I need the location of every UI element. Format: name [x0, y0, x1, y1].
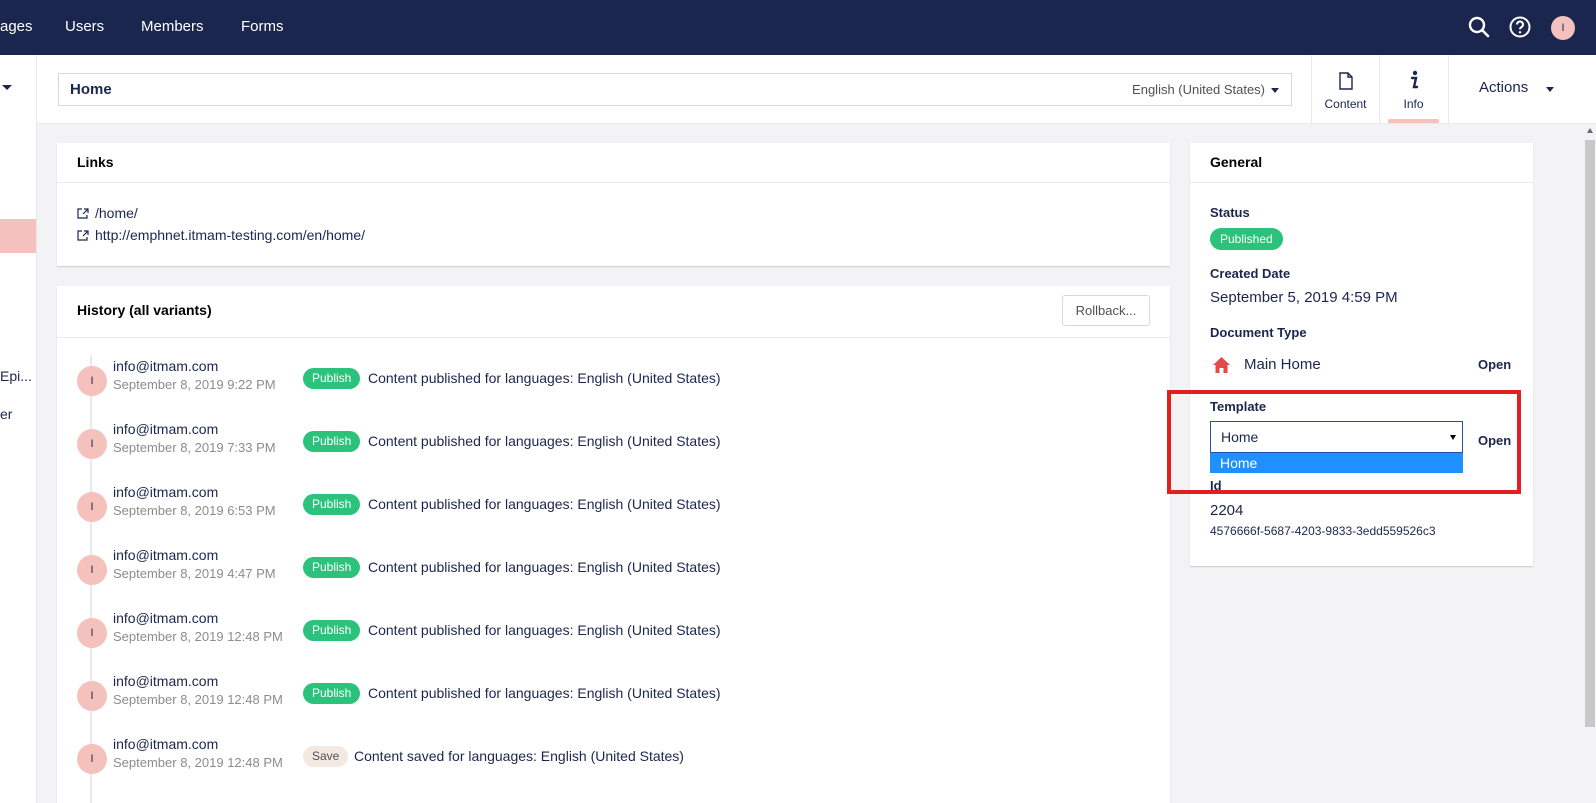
tab-info-label: Info	[1403, 97, 1424, 111]
history-user: info@itmam.com	[113, 421, 219, 437]
avatar: I	[77, 366, 107, 396]
home-icon	[1213, 357, 1230, 373]
history-user: info@itmam.com	[113, 547, 219, 563]
links-card-header: Links	[57, 143, 1170, 183]
status-badge: Publish	[303, 368, 361, 389]
history-date: September 8, 2019 6:53 PM	[113, 503, 276, 518]
general-title: General	[1210, 154, 1263, 170]
open-document-type-link[interactable]: Open	[1478, 357, 1511, 372]
tree-item-epi[interactable]: Epi...	[0, 368, 32, 384]
history-date: September 8, 2019 12:48 PM	[113, 692, 283, 707]
history-title: History (all variants)	[77, 302, 212, 318]
active-tab-indicator	[1388, 119, 1439, 123]
chevron-down-icon	[1546, 87, 1554, 92]
history-date: September 8, 2019 4:47 PM	[113, 566, 276, 581]
created-date-value: September 5, 2019 4:59 PM	[1210, 289, 1398, 306]
history-item: I info@itmam.com September 8, 2019 12:48…	[77, 671, 1147, 721]
document-type-value: Main Home	[1244, 356, 1321, 373]
avatar: I	[77, 744, 107, 774]
avatar: I	[77, 618, 107, 648]
tab-content[interactable]: Content	[1311, 55, 1379, 123]
history-user: info@itmam.com	[113, 484, 219, 500]
links-card: Links /home/ http://emphnet.itmam-testin…	[57, 143, 1170, 266]
nav-item-languages[interactable]: ages	[0, 18, 33, 35]
top-navigation: ages Users Members Forms I	[0, 0, 1596, 55]
language-selector[interactable]: English (United States)	[1132, 82, 1265, 97]
history-message: Content published for languages: English…	[368, 622, 721, 638]
rollback-button[interactable]: Rollback...	[1062, 295, 1150, 326]
history-date: September 8, 2019 12:48 PM	[113, 629, 283, 644]
tree-item-selected[interactable]	[0, 219, 36, 253]
nav-item-users[interactable]: Users	[65, 18, 104, 35]
help-icon[interactable]	[1508, 15, 1532, 39]
content-tree-sidebar: Epi... er	[0, 55, 37, 803]
general-card: General Status Published Created Date Se…	[1190, 143, 1533, 566]
search-icon[interactable]	[1467, 15, 1491, 39]
history-message: Content published for languages: English…	[368, 370, 721, 386]
actions-label: Actions	[1479, 79, 1529, 96]
history-message: Content published for languages: English…	[368, 685, 721, 701]
user-avatar[interactable]: I	[1551, 16, 1575, 40]
scroll-up-icon[interactable]	[1587, 128, 1593, 133]
actions-button[interactable]: Actions	[1448, 55, 1596, 123]
avatar: I	[77, 492, 107, 522]
history-user: info@itmam.com	[113, 358, 219, 374]
node-name-field[interactable]: Home English (United States)	[58, 73, 1292, 106]
avatar: I	[77, 681, 107, 711]
tab-content-label: Content	[1324, 97, 1367, 111]
history-item: I info@itmam.com September 8, 2019 7:33 …	[77, 419, 1147, 469]
history-item: I info@itmam.com September 8, 2019 12:48…	[77, 734, 1147, 784]
link-url[interactable]: http://emphnet.itmam-testing.com/en/home…	[95, 227, 365, 243]
scrollbar[interactable]	[1584, 124, 1596, 803]
history-user: info@itmam.com	[113, 673, 219, 689]
status-badge: Publish	[303, 620, 361, 641]
document-icon	[1339, 72, 1353, 90]
history-message: Content published for languages: English…	[368, 559, 721, 575]
node-name[interactable]: Home	[70, 81, 112, 98]
status-badge: Save	[303, 746, 349, 767]
history-date: September 8, 2019 9:22 PM	[113, 377, 276, 392]
external-link-icon	[77, 230, 89, 241]
history-item: I info@itmam.com September 8, 2019 9:22 …	[77, 356, 1147, 406]
tree-item-er[interactable]: er	[0, 406, 12, 422]
status-badge: Publish	[303, 683, 361, 704]
status-badge: Publish	[303, 431, 361, 452]
links-title: Links	[77, 154, 114, 170]
chevron-down-icon[interactable]	[1271, 88, 1279, 93]
history-message: Content published for languages: English…	[368, 496, 721, 512]
nav-item-members[interactable]: Members	[141, 18, 204, 35]
status-badge: Publish	[303, 557, 361, 578]
history-card-header: History (all variants) Rollback...	[57, 286, 1170, 338]
guid-value: 4576666f-5687-4203-9833-3edd559526c3	[1210, 524, 1436, 538]
tab-info[interactable]: Info	[1379, 55, 1447, 123]
history-message: Content published for languages: English…	[368, 433, 721, 449]
link-url[interactable]: /home/	[95, 205, 138, 221]
scrollbar-thumb[interactable]	[1585, 140, 1595, 727]
status-badge: Published	[1210, 228, 1283, 250]
history-message: Content saved for languages: English (Un…	[354, 748, 684, 764]
link-item[interactable]: /home/	[77, 205, 138, 221]
status-label: Status	[1210, 205, 1250, 220]
status-badge: Publish	[303, 494, 361, 515]
link-item[interactable]: http://emphnet.itmam-testing.com/en/home…	[77, 227, 365, 243]
history-date: September 8, 2019 12:48 PM	[113, 755, 283, 770]
history-item: I info@itmam.com September 8, 2019 6:53 …	[77, 482, 1147, 532]
external-link-icon	[77, 208, 89, 219]
created-date-label: Created Date	[1210, 266, 1291, 281]
history-user: info@itmam.com	[113, 736, 219, 752]
template-highlight-box	[1167, 390, 1521, 494]
document-type-label: Document Type	[1210, 325, 1307, 340]
info-icon	[1410, 70, 1419, 89]
editor-header: Home English (United States) Content Inf…	[37, 55, 1596, 124]
history-item: I info@itmam.com September 8, 2019 12:48…	[77, 608, 1147, 658]
id-value: 2204	[1210, 502, 1244, 519]
avatar: I	[77, 429, 107, 459]
chevron-down-icon[interactable]	[2, 85, 12, 90]
history-item: I info@itmam.com September 8, 2019 4:47 …	[77, 545, 1147, 595]
history-user: info@itmam.com	[113, 610, 219, 626]
nav-item-forms[interactable]: Forms	[241, 18, 284, 35]
history-date: September 8, 2019 7:33 PM	[113, 440, 276, 455]
general-card-header: General	[1190, 143, 1533, 183]
avatar: I	[77, 555, 107, 585]
